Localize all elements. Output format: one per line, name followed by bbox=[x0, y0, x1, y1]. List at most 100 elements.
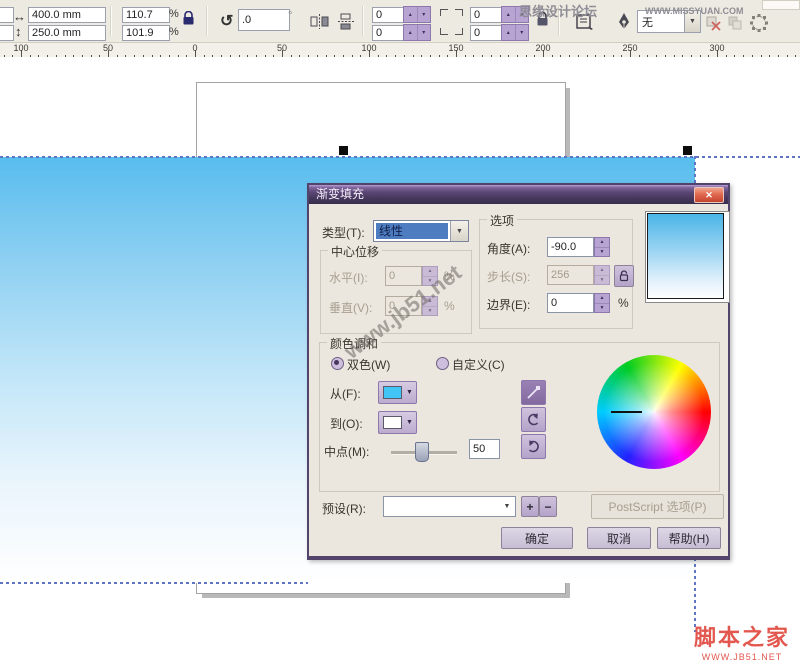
type-dropdown[interactable]: 线性 ▼ bbox=[373, 220, 469, 242]
midpoint-slider-thumb[interactable] bbox=[415, 442, 429, 462]
ruler-label: 300 bbox=[709, 43, 724, 53]
logo-site: WWW.JB51.NET bbox=[694, 652, 790, 662]
chevron-down-icon[interactable]: ▼ bbox=[450, 221, 468, 241]
dialog-titlebar[interactable]: 渐变填充 bbox=[309, 185, 728, 204]
object-width-icon: ↔ bbox=[13, 9, 26, 24]
ruler-label: 250 bbox=[622, 43, 637, 53]
percent-label: % bbox=[169, 8, 179, 20]
chevron-down-icon: ▼ bbox=[406, 389, 413, 396]
two-color-radio[interactable] bbox=[331, 357, 344, 370]
edge-field[interactable]: 0 bbox=[547, 293, 594, 313]
direct-path-button[interactable] bbox=[521, 380, 546, 405]
preset-remove-button[interactable]: − bbox=[539, 496, 557, 517]
angle-spinner[interactable]: ▲▼ bbox=[594, 237, 610, 257]
ruler[interactable]: 10050050100150200250300 bbox=[0, 43, 800, 58]
gradient-preview-fill bbox=[647, 213, 724, 299]
help-button[interactable]: 帮助(H) bbox=[657, 527, 721, 549]
rotate-nodes-icon[interactable] bbox=[748, 12, 770, 34]
delete-transform-icon[interactable] bbox=[706, 16, 722, 32]
to-label: 到(O): bbox=[330, 415, 363, 432]
corner-radius-bl-spinner[interactable]: ▴▾ bbox=[403, 24, 431, 41]
midpoint-field[interactable]: 50 bbox=[469, 439, 500, 459]
corner-bracket-icon bbox=[455, 9, 463, 16]
horizontal-label: 水平(I): bbox=[329, 269, 368, 286]
guideline-horizontal-top[interactable] bbox=[0, 156, 800, 158]
steps-spinner: ▲▼ bbox=[594, 265, 610, 285]
chevron-down-icon[interactable]: ▼ bbox=[499, 497, 515, 516]
position-x-field[interactable] bbox=[0, 7, 14, 23]
selection-handle-corner[interactable] bbox=[683, 146, 692, 155]
scale-width-field[interactable]: 110.7 bbox=[122, 7, 170, 23]
center-offset-group: 中心位移 bbox=[320, 250, 472, 334]
gradient-fill-dialog: 渐变填充 ✕ 类型(T): 线性 ▼ 中心位移 水平(I): 0 ▲▼ % 垂直… bbox=[307, 183, 730, 560]
presets-label: 预设(R): bbox=[322, 500, 366, 517]
from-color-picker[interactable]: ▼ bbox=[378, 381, 417, 404]
property-bar: ↔ ↕ 400.0 mm 250.0 mm 110.7 101.9 % % ↺ … bbox=[0, 0, 800, 43]
direct-path-icon bbox=[526, 385, 541, 400]
corner-bracket-icon bbox=[440, 9, 448, 16]
rotation-angle-field[interactable]: .0 bbox=[238, 9, 290, 31]
postscript-options-button: PostScript 选项(P) bbox=[591, 494, 724, 519]
type-selected-value: 线性 bbox=[376, 223, 448, 239]
to-color-swatch bbox=[383, 416, 402, 429]
vertical-spinner: ▲▼ bbox=[422, 296, 438, 316]
guideline-horizontal-bottom[interactable] bbox=[0, 582, 308, 584]
angle-label: 角度(A): bbox=[487, 240, 530, 257]
selection-handle-top[interactable] bbox=[339, 146, 348, 155]
percent-label: % bbox=[169, 26, 179, 38]
object-height-icon: ↕ bbox=[15, 24, 22, 39]
watermark-forum-text: 思缘设计论坛 bbox=[519, 1, 597, 20]
percent-label: % bbox=[444, 269, 455, 283]
edge-spinner[interactable]: ▲▼ bbox=[594, 293, 610, 313]
ruler-label: 100 bbox=[13, 43, 28, 53]
ok-button[interactable]: 确定 bbox=[501, 527, 573, 549]
cancel-button[interactable]: 取消 bbox=[587, 527, 651, 549]
logo-title: 脚本之家 bbox=[694, 620, 790, 652]
lock-ratio-icon[interactable] bbox=[182, 11, 195, 26]
scale-height-field[interactable]: 101.9 bbox=[122, 25, 170, 41]
clockwise-path-button[interactable] bbox=[521, 434, 546, 459]
site-logo: 脚本之家 WWW.JB51.NET bbox=[694, 620, 790, 662]
mirror-vertical-icon[interactable] bbox=[337, 13, 356, 30]
presets-dropdown[interactable]: ▼ bbox=[383, 496, 516, 517]
preset-add-button[interactable]: + bbox=[521, 496, 539, 517]
close-icon[interactable]: ✕ bbox=[694, 187, 724, 203]
counterclockwise-icon bbox=[526, 412, 541, 427]
percent-label: % bbox=[444, 299, 455, 313]
chevron-down-icon: ▼ bbox=[406, 419, 413, 426]
gradient-preview bbox=[645, 211, 730, 303]
from-color-swatch bbox=[383, 386, 402, 399]
object-height-field[interactable]: 250.0 mm bbox=[28, 25, 106, 41]
ruler-label: 50 bbox=[103, 43, 113, 53]
watermark-site-text: WWW.MISSYUAN.COM bbox=[645, 6, 744, 16]
corner-radius-tl-spinner[interactable]: ▴▾ bbox=[403, 6, 431, 23]
vertical-field: 0 bbox=[385, 296, 422, 316]
outline-pen-icon[interactable] bbox=[616, 12, 632, 32]
from-label: 从(F): bbox=[330, 385, 361, 402]
color-blend-group-label: 颜色调和 bbox=[327, 335, 381, 352]
ruler-label: 100 bbox=[361, 43, 376, 53]
custom-radio[interactable] bbox=[436, 357, 449, 370]
clockwise-icon bbox=[526, 439, 541, 454]
ruler-label: 200 bbox=[535, 43, 550, 53]
corner-radius-br-spinner[interactable]: ▴▾ bbox=[501, 24, 529, 41]
steps-label: 步长(S): bbox=[487, 268, 530, 285]
to-color-picker[interactable]: ▼ bbox=[378, 411, 417, 434]
angle-field[interactable]: -90.0 bbox=[547, 237, 594, 257]
counterclockwise-path-button[interactable] bbox=[521, 407, 546, 432]
object-width-field[interactable]: 400.0 mm bbox=[28, 7, 106, 23]
unlock-icon bbox=[619, 270, 629, 282]
midpoint-label: 中点(M): bbox=[324, 443, 369, 460]
percent-label: % bbox=[618, 296, 629, 310]
corner-bracket-icon bbox=[440, 28, 448, 35]
degree-label: ° bbox=[288, 10, 292, 22]
edge-label: 边界(E): bbox=[487, 296, 530, 313]
color-wheel-needle bbox=[611, 411, 642, 413]
horizontal-field: 0 bbox=[385, 266, 422, 286]
mirror-horizontal-icon[interactable] bbox=[310, 13, 329, 30]
options-group-label: 选项 bbox=[487, 212, 517, 229]
steps-lock-button[interactable] bbox=[614, 265, 634, 287]
position-y-field[interactable] bbox=[0, 25, 14, 41]
arrange-icon[interactable] bbox=[728, 16, 742, 30]
corner-bracket-icon bbox=[455, 28, 463, 35]
